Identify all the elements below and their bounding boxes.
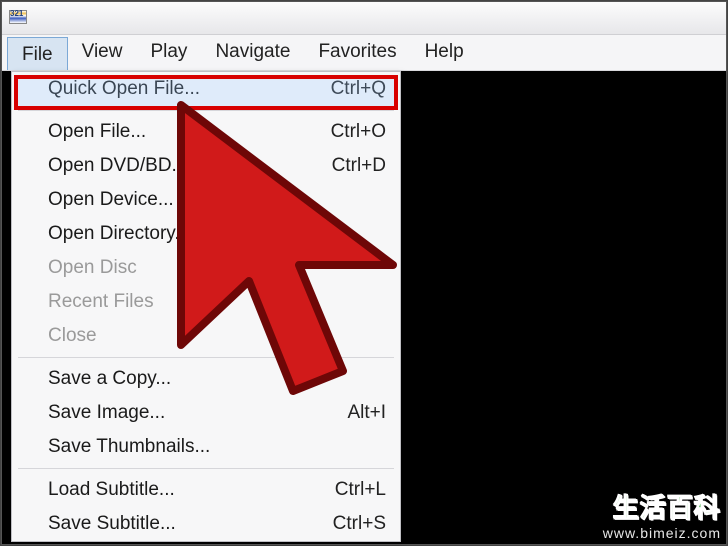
menu-item-label: Open File...: [48, 121, 315, 143]
menu-item-label: Open DVD/BD...: [48, 155, 316, 177]
menu-item-open-device[interactable]: Open Device...: [12, 183, 400, 217]
menu-item-save-thumbnails[interactable]: Save Thumbnails...: [12, 430, 400, 464]
menu-item-shortcut: Ctrl+L: [335, 479, 386, 501]
file-menu-dropdown: Quick Open File... Ctrl+Q Open File... C…: [11, 71, 401, 542]
menu-item-label: Close: [48, 325, 370, 347]
menu-item-open-dvd-bd[interactable]: Open DVD/BD... Ctrl+D: [12, 149, 400, 183]
menu-item-label: Load Subtitle...: [48, 479, 319, 501]
titlebar: 321: [1, 1, 727, 35]
menu-item-open-disc: Open Disc: [12, 251, 400, 285]
menu-view[interactable]: View: [68, 35, 137, 70]
menu-favorites[interactable]: Favorites: [304, 35, 410, 70]
menu-separator: [18, 110, 394, 111]
menu-item-shortcut: Ctrl+D: [332, 155, 386, 177]
menu-item-open-directory[interactable]: Open Directory...: [12, 217, 400, 251]
menu-item-quick-open-file[interactable]: Quick Open File... Ctrl+Q: [12, 72, 400, 106]
menu-file[interactable]: File: [7, 37, 68, 70]
menubar: File View Play Navigate Favorites Help: [1, 35, 727, 71]
app-icon: 321: [9, 8, 29, 28]
menu-item-shortcut: Alt+I: [347, 402, 386, 424]
menu-item-save-subtitle[interactable]: Save Subtitle... Ctrl+S: [12, 507, 400, 541]
menu-item-label: Open Directory...: [48, 223, 370, 245]
app-window: 321 File View Play Navigate Favorites He…: [0, 0, 728, 546]
menu-item-label: Save Thumbnails...: [48, 436, 370, 458]
menu-item-shortcut: Ctrl+Q: [331, 78, 386, 100]
menu-separator: [18, 468, 394, 469]
menu-item-label: Open Disc: [48, 257, 370, 279]
menu-item-recent-files: Recent Files: [12, 285, 400, 319]
menu-item-close: Close: [12, 319, 400, 353]
menu-item-open-file[interactable]: Open File... Ctrl+O: [12, 115, 400, 149]
menu-item-label: Open Device...: [48, 189, 370, 211]
menu-item-label: Save Subtitle...: [48, 513, 317, 535]
menu-item-shortcut: Ctrl+S: [333, 513, 386, 535]
menu-navigate[interactable]: Navigate: [201, 35, 304, 70]
menu-item-save-image[interactable]: Save Image... Alt+I: [12, 396, 400, 430]
menu-help[interactable]: Help: [411, 35, 478, 70]
menu-item-save-a-copy[interactable]: Save a Copy...: [12, 362, 400, 396]
menu-separator: [18, 357, 394, 358]
menu-item-shortcut: Ctrl+O: [331, 121, 386, 143]
menu-item-label: Recent Files: [48, 291, 370, 313]
menu-play[interactable]: Play: [136, 35, 201, 70]
menu-item-label: Save Image...: [48, 402, 331, 424]
menu-item-label: Save a Copy...: [48, 368, 370, 390]
menu-item-load-subtitle[interactable]: Load Subtitle... Ctrl+L: [12, 473, 400, 507]
menu-item-label: Quick Open File...: [48, 78, 315, 100]
